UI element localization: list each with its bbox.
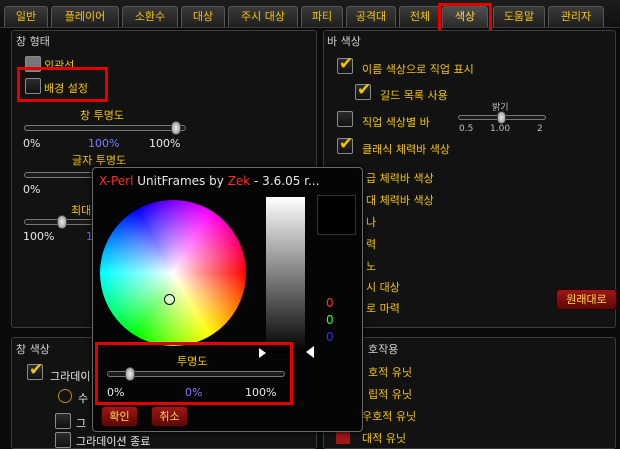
max-slider[interactable] — [24, 215, 94, 229]
max-slider-thumb[interactable] — [57, 215, 67, 229]
tab-all[interactable]: 전체 — [399, 6, 441, 27]
gradient-direction-radio[interactable] — [58, 389, 72, 403]
tab-colors[interactable]: 색상 — [442, 6, 488, 27]
tab-party[interactable]: 파티 — [301, 6, 343, 27]
brightness-max: 2 — [537, 124, 543, 134]
tab-bar: 일반 플레이어 소환수 대상 주시 대상 파티 공격대 전체 색상 도움말 관리… — [0, 0, 620, 28]
picker-title-main: UnitFrames by — [133, 174, 228, 188]
appearance-label: 외관선 — [44, 59, 75, 72]
color-swatch — [317, 195, 356, 235]
brightness-slider[interactable] — [458, 111, 546, 124]
text-opacity-slider[interactable] — [24, 172, 94, 178]
picker-opacity-min: 0% — [107, 386, 125, 399]
gradient-direction-label: 수 — [78, 392, 89, 405]
window-opacity-min: 0% — [23, 137, 41, 150]
blue-value: 0 — [326, 330, 334, 344]
class-color-name-checkbox[interactable] — [337, 54, 353, 74]
window-color-title: 창 색상 — [16, 343, 50, 356]
reaction-row-1: 호적 유닛 — [368, 366, 412, 379]
tab-general[interactable]: 일반 — [4, 6, 48, 27]
guild-list-label: 길드 목록 사용 — [380, 89, 448, 102]
picker-opacity-value: 0% — [185, 386, 203, 399]
bar-row-7: 로 마력 — [366, 302, 400, 315]
reaction-row-2: 립적 유닛 — [368, 388, 412, 401]
bar-row-3: 나 — [366, 216, 377, 229]
picker-title-prefix: X-Perl — [99, 174, 134, 188]
picker-title-author: Zek — [227, 174, 251, 188]
bar-color-title: 바 색상 — [327, 35, 361, 48]
reset-button[interactable]: 원래대로 — [556, 289, 617, 310]
hostile-color-swatch[interactable] — [336, 430, 350, 444]
max-label: 최대 — [71, 204, 92, 217]
text-opacity-min: 0% — [23, 183, 41, 196]
class-color-bar-checkbox[interactable] — [337, 111, 353, 127]
tab-help[interactable]: 도움말 — [493, 6, 545, 27]
reaction-title: 호작용 — [368, 343, 399, 356]
class-color-bar-label: 직업 색상별 바 — [362, 116, 430, 129]
max-slider-min: 100% — [23, 230, 55, 243]
brightness-thumb[interactable] — [497, 111, 506, 124]
window-opacity-slider[interactable] — [24, 121, 186, 135]
gradient-end-label: 그라데이션 종료 — [76, 435, 151, 448]
brightness-bar[interactable] — [266, 197, 305, 353]
brightness-pointer-right-icon — [259, 348, 266, 358]
gradient-option-checkbox[interactable] — [55, 413, 71, 429]
tab-focus[interactable]: 주시 대상 — [228, 6, 298, 27]
gradient-label: 그라데이 — [50, 370, 91, 383]
tab-pet[interactable]: 소환수 — [122, 6, 178, 27]
tab-player[interactable]: 플레이어 — [51, 6, 119, 27]
brightness-min: 0.5 — [459, 124, 474, 134]
bar-row-2: 대 체력바 색상 — [366, 194, 434, 207]
picker-title-suffix: - 3.6.05 r... — [250, 174, 320, 188]
classic-health-bar-checkbox[interactable] — [337, 134, 353, 154]
window-opacity-thumb[interactable] — [171, 121, 181, 135]
red-value: 0 — [326, 296, 334, 310]
appearance-checkbox[interactable] — [25, 56, 41, 72]
color-wheel[interactable] — [100, 200, 246, 346]
bar-row-1: 급 체력바 색상 — [366, 172, 434, 185]
guild-list-checkbox[interactable] — [355, 80, 371, 100]
classic-health-bar-label: 클래식 체력바 색상 — [362, 143, 450, 156]
background-label: 배경 설정 — [44, 82, 88, 95]
brightness-value: 1.00 — [490, 124, 511, 134]
bar-row-6: 시 대상 — [366, 281, 400, 294]
tab-raid[interactable]: 공격대 — [346, 6, 396, 27]
picker-opacity-max: 100% — [245, 386, 277, 399]
class-color-name-label: 이름 색상으로 직업 표시 — [362, 63, 474, 76]
background-checkbox[interactable] — [25, 78, 41, 94]
ok-button[interactable]: 확인 — [101, 406, 138, 427]
reaction-row-3: 우호적 유닛 — [362, 410, 417, 423]
window-opacity-value: 100% — [88, 137, 120, 150]
bar-row-5: 노 — [366, 260, 377, 273]
color-wheel-cursor[interactable] — [164, 294, 175, 305]
color-picker-dialog: X-Perl UnitFrames by Zek - 3.6.05 r... 0… — [92, 167, 363, 432]
cancel-button[interactable]: 취소 — [151, 406, 188, 427]
window-style-title: 창 형태 — [16, 35, 50, 48]
reaction-row-4: 대적 유닛 — [362, 432, 406, 445]
picker-opacity-label: 투명도 — [177, 355, 208, 368]
text-opacity-label: 글자 투명도 — [72, 154, 127, 167]
picker-opacity-slider[interactable] — [107, 367, 285, 381]
window-opacity-label: 창 투명도 — [80, 109, 124, 122]
gradient-option-label: 그 — [76, 417, 87, 430]
picker-title: X-Perl UnitFrames by Zek - 3.6.05 r... — [99, 174, 319, 188]
gradient-checkbox[interactable] — [27, 360, 43, 380]
picker-opacity-thumb[interactable] — [125, 367, 135, 381]
tab-admin[interactable]: 관리자 — [548, 6, 604, 27]
green-value: 0 — [326, 313, 334, 327]
tab-target[interactable]: 대상 — [181, 6, 225, 27]
bar-row-4: 력 — [366, 238, 377, 251]
window-opacity-max: 100% — [149, 137, 181, 150]
brightness-pointer-left-icon — [306, 346, 314, 358]
